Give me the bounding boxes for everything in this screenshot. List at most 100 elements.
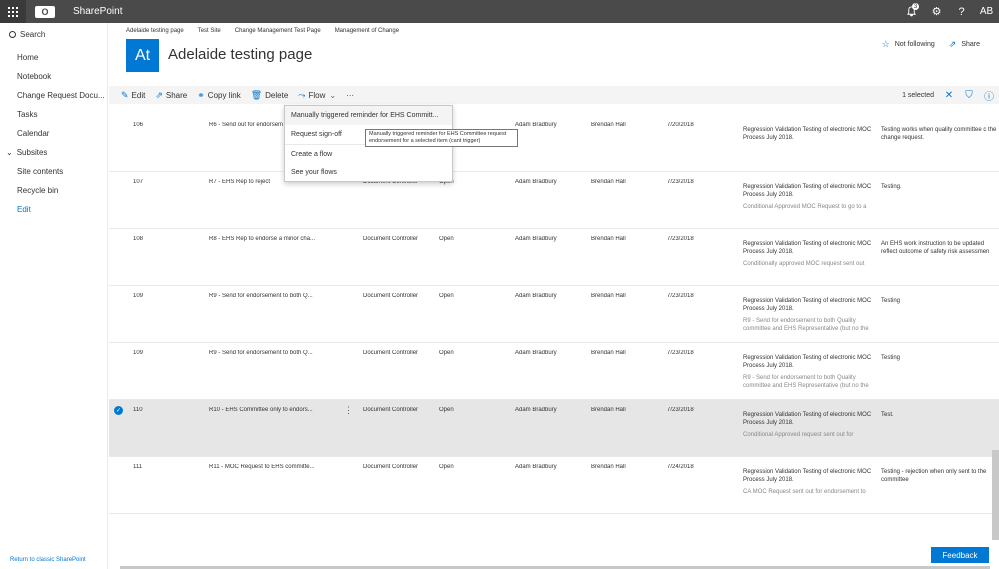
trash-icon: 🗑 [250, 89, 263, 100]
command-bar: ✎ Edit ⇗ Share ⚭ Copy link 🗑 Delete ⤳ Flow ⌄ ·… [109, 86, 999, 104]
nav-item-tasks[interactable]: Tasks [0, 105, 107, 124]
cell-title[interactable]: R8 - EHS Rep to endorse a minor cha... [209, 236, 321, 242]
avatar[interactable]: AB [974, 6, 999, 17]
cell-approver: Brendan Hall [591, 407, 626, 413]
feedback-button[interactable]: Feedback [931, 547, 989, 563]
cell-assigned: Document Controller [363, 350, 419, 356]
share-icon: ⇗ [155, 89, 163, 100]
cell-approver: Brendan Hall [591, 122, 626, 128]
site-logo[interactable]: At [126, 39, 159, 72]
checkmark-icon[interactable]: ✓ [114, 406, 123, 415]
edit-label: Edit [131, 90, 146, 100]
description-extra: CA MOC Request sent out for endorsement … [743, 489, 866, 495]
flow-icon: ⤳ [298, 89, 306, 100]
cell-id: 111 [133, 464, 143, 470]
share-icon: ⇗ [948, 39, 957, 49]
menu-item-manual-reminder[interactable]: Manually triggered reminder for EHS Comm… [285, 106, 452, 125]
nav-item-notebook[interactable]: Notebook [0, 67, 107, 86]
filter-icon[interactable]: ⛉ [959, 90, 979, 101]
description-extra: R9 - Send for endorsement to both Qualit… [743, 375, 869, 389]
cell-approver: Brendan Hall [591, 293, 626, 299]
cell-status: Open [439, 407, 454, 413]
cell-requester: Adam Bradbury [515, 350, 557, 356]
follow-button[interactable]: ☆ Not following [882, 39, 935, 50]
breadcrumb-item[interactable]: Adelaide testing page [126, 28, 184, 34]
flow-button[interactable]: ⤳ Flow ⌄ [298, 90, 336, 101]
nav-item-subsites[interactable]: ⌄ Subsites [0, 143, 107, 162]
return-to-classic-link[interactable]: Return to classic SharePoint [10, 557, 86, 563]
cell-description: Regression Validation Testing of electro… [743, 354, 877, 390]
description-text: Regression Validation Testing of electro… [743, 184, 872, 198]
cell-description: Regression Validation Testing of electro… [743, 411, 877, 439]
cell-id: 107 [133, 179, 144, 185]
share-button[interactable]: ⇗ Share [155, 90, 187, 101]
cell-title[interactable]: R9 - Send for endorsement to both Q... [209, 293, 321, 299]
nav-item-calendar[interactable]: Calendar [0, 124, 107, 143]
subsites-label: Subsites [16, 148, 48, 157]
list-view: 106 R6 - Send out for endorsem Adam Brad… [109, 115, 999, 515]
cell-approver: Brendan Hall [591, 464, 626, 470]
cell-approver: Brendan Hall [591, 236, 626, 242]
menu-item-see-flows[interactable]: See your flows [285, 163, 452, 182]
description-text: Regression Validation Testing of electro… [743, 127, 872, 141]
chevron-down-icon: ⌄ [6, 148, 13, 157]
chevron-down-icon: ⌄ [329, 90, 337, 100]
cell-status: Open [439, 350, 454, 356]
star-icon: ☆ [881, 39, 890, 49]
nav-item-recycle-bin[interactable]: Recycle bin [0, 181, 107, 200]
cell-requester: Adam Bradbury [515, 293, 557, 299]
copy-link-button[interactable]: ⚭ Copy link [197, 90, 240, 101]
cell-requester: Adam Bradbury [515, 236, 557, 242]
breadcrumb-item[interactable]: Management of Change [335, 28, 399, 34]
table-row-selected[interactable]: ✓ 110 R10 - EHS Committee only to endors… [109, 400, 999, 457]
cell-description: Regression Validation Testing of electro… [743, 126, 877, 146]
table-row[interactable]: 107 R7 - EHS Rep to reject Document Cont… [109, 172, 999, 229]
notification-badge: 3 [912, 3, 919, 10]
page-title[interactable]: Adelaide testing page [168, 46, 312, 63]
nav-edit-link[interactable]: Edit [0, 200, 107, 219]
cell-title[interactable]: R10 - EHS Committee only to endors... [209, 407, 321, 413]
edit-button[interactable]: ✎ Edit [121, 90, 145, 101]
cell-requester: Adam Bradbury [515, 464, 557, 470]
cell-date: 7/23/2018 [667, 179, 694, 185]
bell-icon[interactable]: 3 [899, 0, 924, 23]
table-row[interactable]: 111 R11 - MOC Request to EHS committe...… [109, 457, 999, 514]
nav-item-home[interactable]: Home [0, 48, 107, 67]
cell-description: Regression Validation Testing of electro… [743, 297, 877, 333]
info-icon[interactable]: ⓘ [979, 88, 999, 103]
vertical-scrollbar[interactable] [992, 450, 999, 540]
office-logo[interactable]: O [35, 5, 55, 18]
cell-description: Regression Validation Testing of electro… [743, 240, 877, 268]
share-site-button[interactable]: ⇗ Share [949, 39, 980, 50]
cell-comments: Testing [881, 298, 901, 304]
waffle-icon[interactable] [0, 0, 26, 23]
breadcrumb-item[interactable]: Change Management Test Page [235, 28, 321, 34]
search-box[interactable]: Search [0, 23, 107, 45]
cell-description: Regression Validation Testing of electro… [743, 183, 877, 211]
nav-item-site-contents[interactable]: Site contents [0, 162, 107, 181]
breadcrumb-item[interactable]: Test Site [198, 28, 221, 34]
more-commands-button[interactable]: ··· [346, 91, 354, 100]
search-icon [9, 30, 16, 38]
delete-button[interactable]: 🗑 Delete [251, 90, 289, 101]
cell-description: Regression Validation Testing of electro… [743, 468, 877, 496]
cell-comments: Testing. [881, 184, 902, 190]
cell-requester: Adam Bradbury [515, 407, 557, 413]
nav-item-change-request[interactable]: Change Request Docu... [0, 86, 107, 105]
cell-assigned: Document Controller [363, 464, 419, 470]
app-title[interactable]: SharePoint [73, 6, 122, 17]
help-icon[interactable]: ? [949, 0, 974, 23]
breadcrumb: Adelaide testing page Test Site Change M… [126, 28, 413, 34]
table-row[interactable]: 108 R8 - EHS Rep to endorse a minor cha.… [109, 229, 999, 286]
gear-icon[interactable]: ⚙ [924, 0, 949, 23]
cell-assigned: Document Controller [363, 236, 419, 242]
table-row[interactable]: 109 R9 - Send for endorsement to both Q.… [109, 343, 999, 400]
close-icon[interactable]: ✕ [939, 90, 959, 101]
more-options-icon[interactable]: ⋮ [344, 405, 353, 416]
table-row[interactable]: 106 R6 - Send out for endorsem Adam Brad… [109, 115, 999, 172]
cell-title[interactable]: R11 - MOC Request to EHS committe... [209, 464, 321, 470]
table-row[interactable]: 109 R9 - Send for endorsement to both Q.… [109, 286, 999, 343]
search-label: Search [20, 29, 46, 39]
cell-title[interactable]: R9 - Send for endorsement to both Q... [209, 350, 321, 356]
copy-link-label: Copy link [207, 90, 241, 100]
